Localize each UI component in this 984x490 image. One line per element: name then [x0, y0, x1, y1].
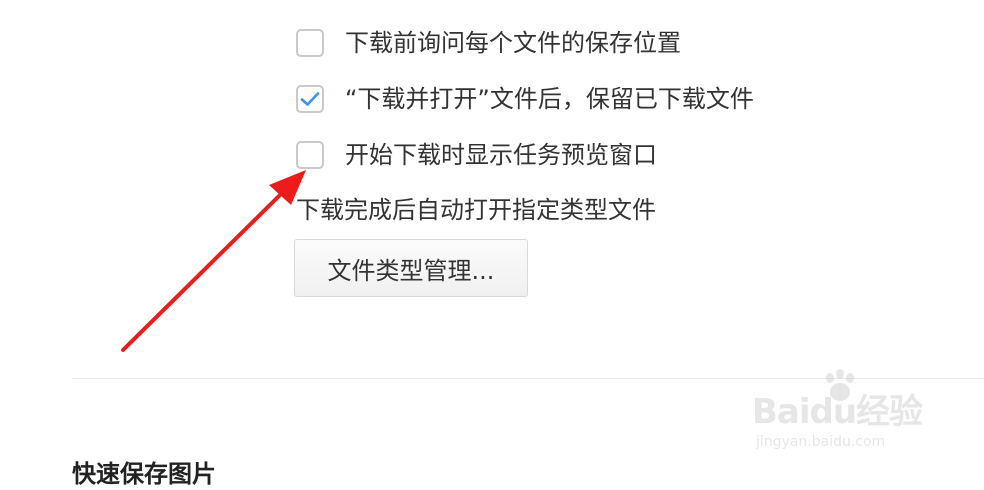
- check-mark-icon: [300, 92, 320, 106]
- ask-save-location-checkbox[interactable]: [296, 29, 324, 57]
- show-task-preview-option[interactable]: 开始下载时显示任务预览窗口: [296, 139, 657, 171]
- baidu-jingyan-watermark: Baidu经验 jingyan.baidu.com: [752, 366, 934, 458]
- keep-downloaded-file-option[interactable]: “下载并打开”文件后，保留已下载文件: [296, 83, 754, 115]
- file-type-manage-button[interactable]: 文件类型管理...: [294, 239, 528, 297]
- watermark-url: jingyan.baidu.com: [756, 434, 886, 450]
- quick-save-image-title: 快速保存图片: [72, 460, 216, 488]
- show-task-preview-checkbox[interactable]: [296, 141, 324, 169]
- watermark-brand: Baidu经验: [752, 392, 923, 432]
- ask-save-location-option[interactable]: 下载前询问每个文件的保存位置: [296, 27, 681, 59]
- show-task-preview-label: 开始下载时显示任务预览窗口: [345, 141, 657, 169]
- keep-downloaded-file-checkbox[interactable]: [296, 85, 324, 113]
- ask-save-location-label: 下载前询问每个文件的保存位置: [345, 29, 681, 57]
- auto-open-description: 下载完成后自动打开指定类型文件: [296, 196, 656, 224]
- keep-downloaded-file-label: “下载并打开”文件后，保留已下载文件: [345, 85, 754, 113]
